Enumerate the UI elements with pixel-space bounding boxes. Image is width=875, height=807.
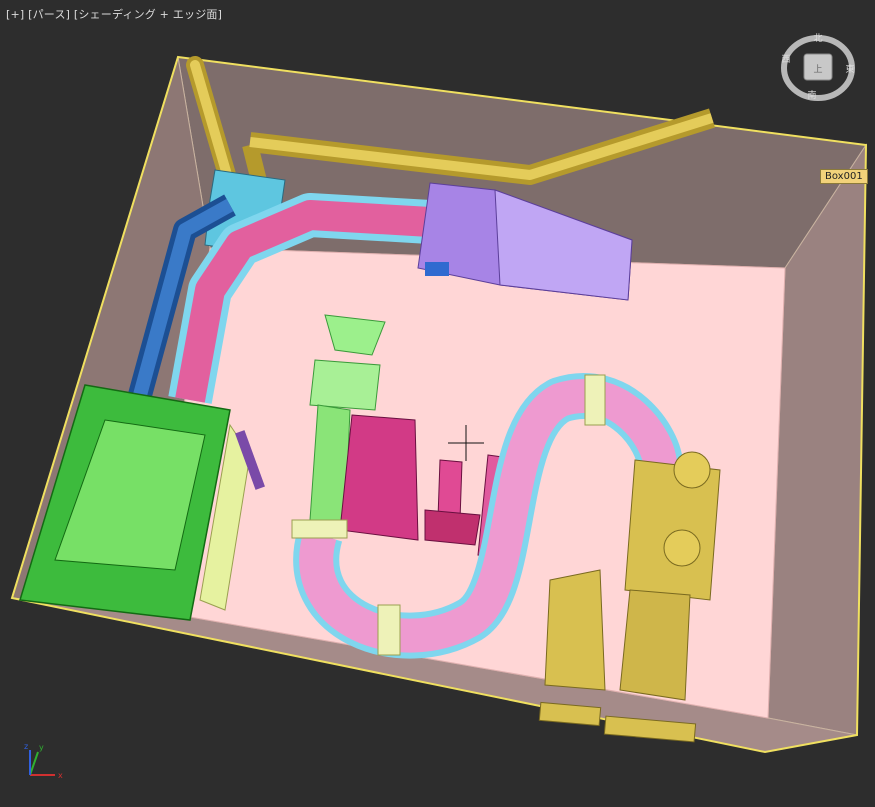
viewcube-west[interactable]: 西: [781, 54, 790, 65]
crosshair-cursor: [448, 425, 484, 461]
viewport-shading-mode[interactable]: [シェーディング + エッジ面]: [74, 8, 222, 21]
viewcube-icon[interactable]: 北 東 南 西 上: [778, 32, 858, 104]
viewport-label[interactable]: [+] [パース] [シェーディング + エッジ面]: [6, 6, 222, 22]
axis-z-label: z: [24, 742, 28, 751]
axis-x-label: x: [58, 771, 63, 780]
viewcube-east[interactable]: 東: [845, 63, 854, 75]
viewport-perspective[interactable]: [+] [パース] [シェーディング + エッジ面] Box001 北 東 南 …: [0, 0, 875, 807]
viewcube-south[interactable]: 南: [807, 89, 816, 101]
axis-y-label: y: [39, 743, 44, 752]
viewcube-north[interactable]: 北: [813, 33, 822, 44]
green-bin[interactable]: [19, 384, 265, 621]
viewport-view-mode[interactable]: [パース]: [28, 8, 70, 21]
scene-canvas[interactable]: [0, 0, 875, 807]
viewport-menu-plus[interactable]: [+]: [6, 8, 24, 21]
object-name-tag: Box001: [820, 169, 868, 184]
axis-gizmo-icon: x y z: [24, 742, 63, 780]
viewcube-top[interactable]: 上: [813, 64, 822, 75]
